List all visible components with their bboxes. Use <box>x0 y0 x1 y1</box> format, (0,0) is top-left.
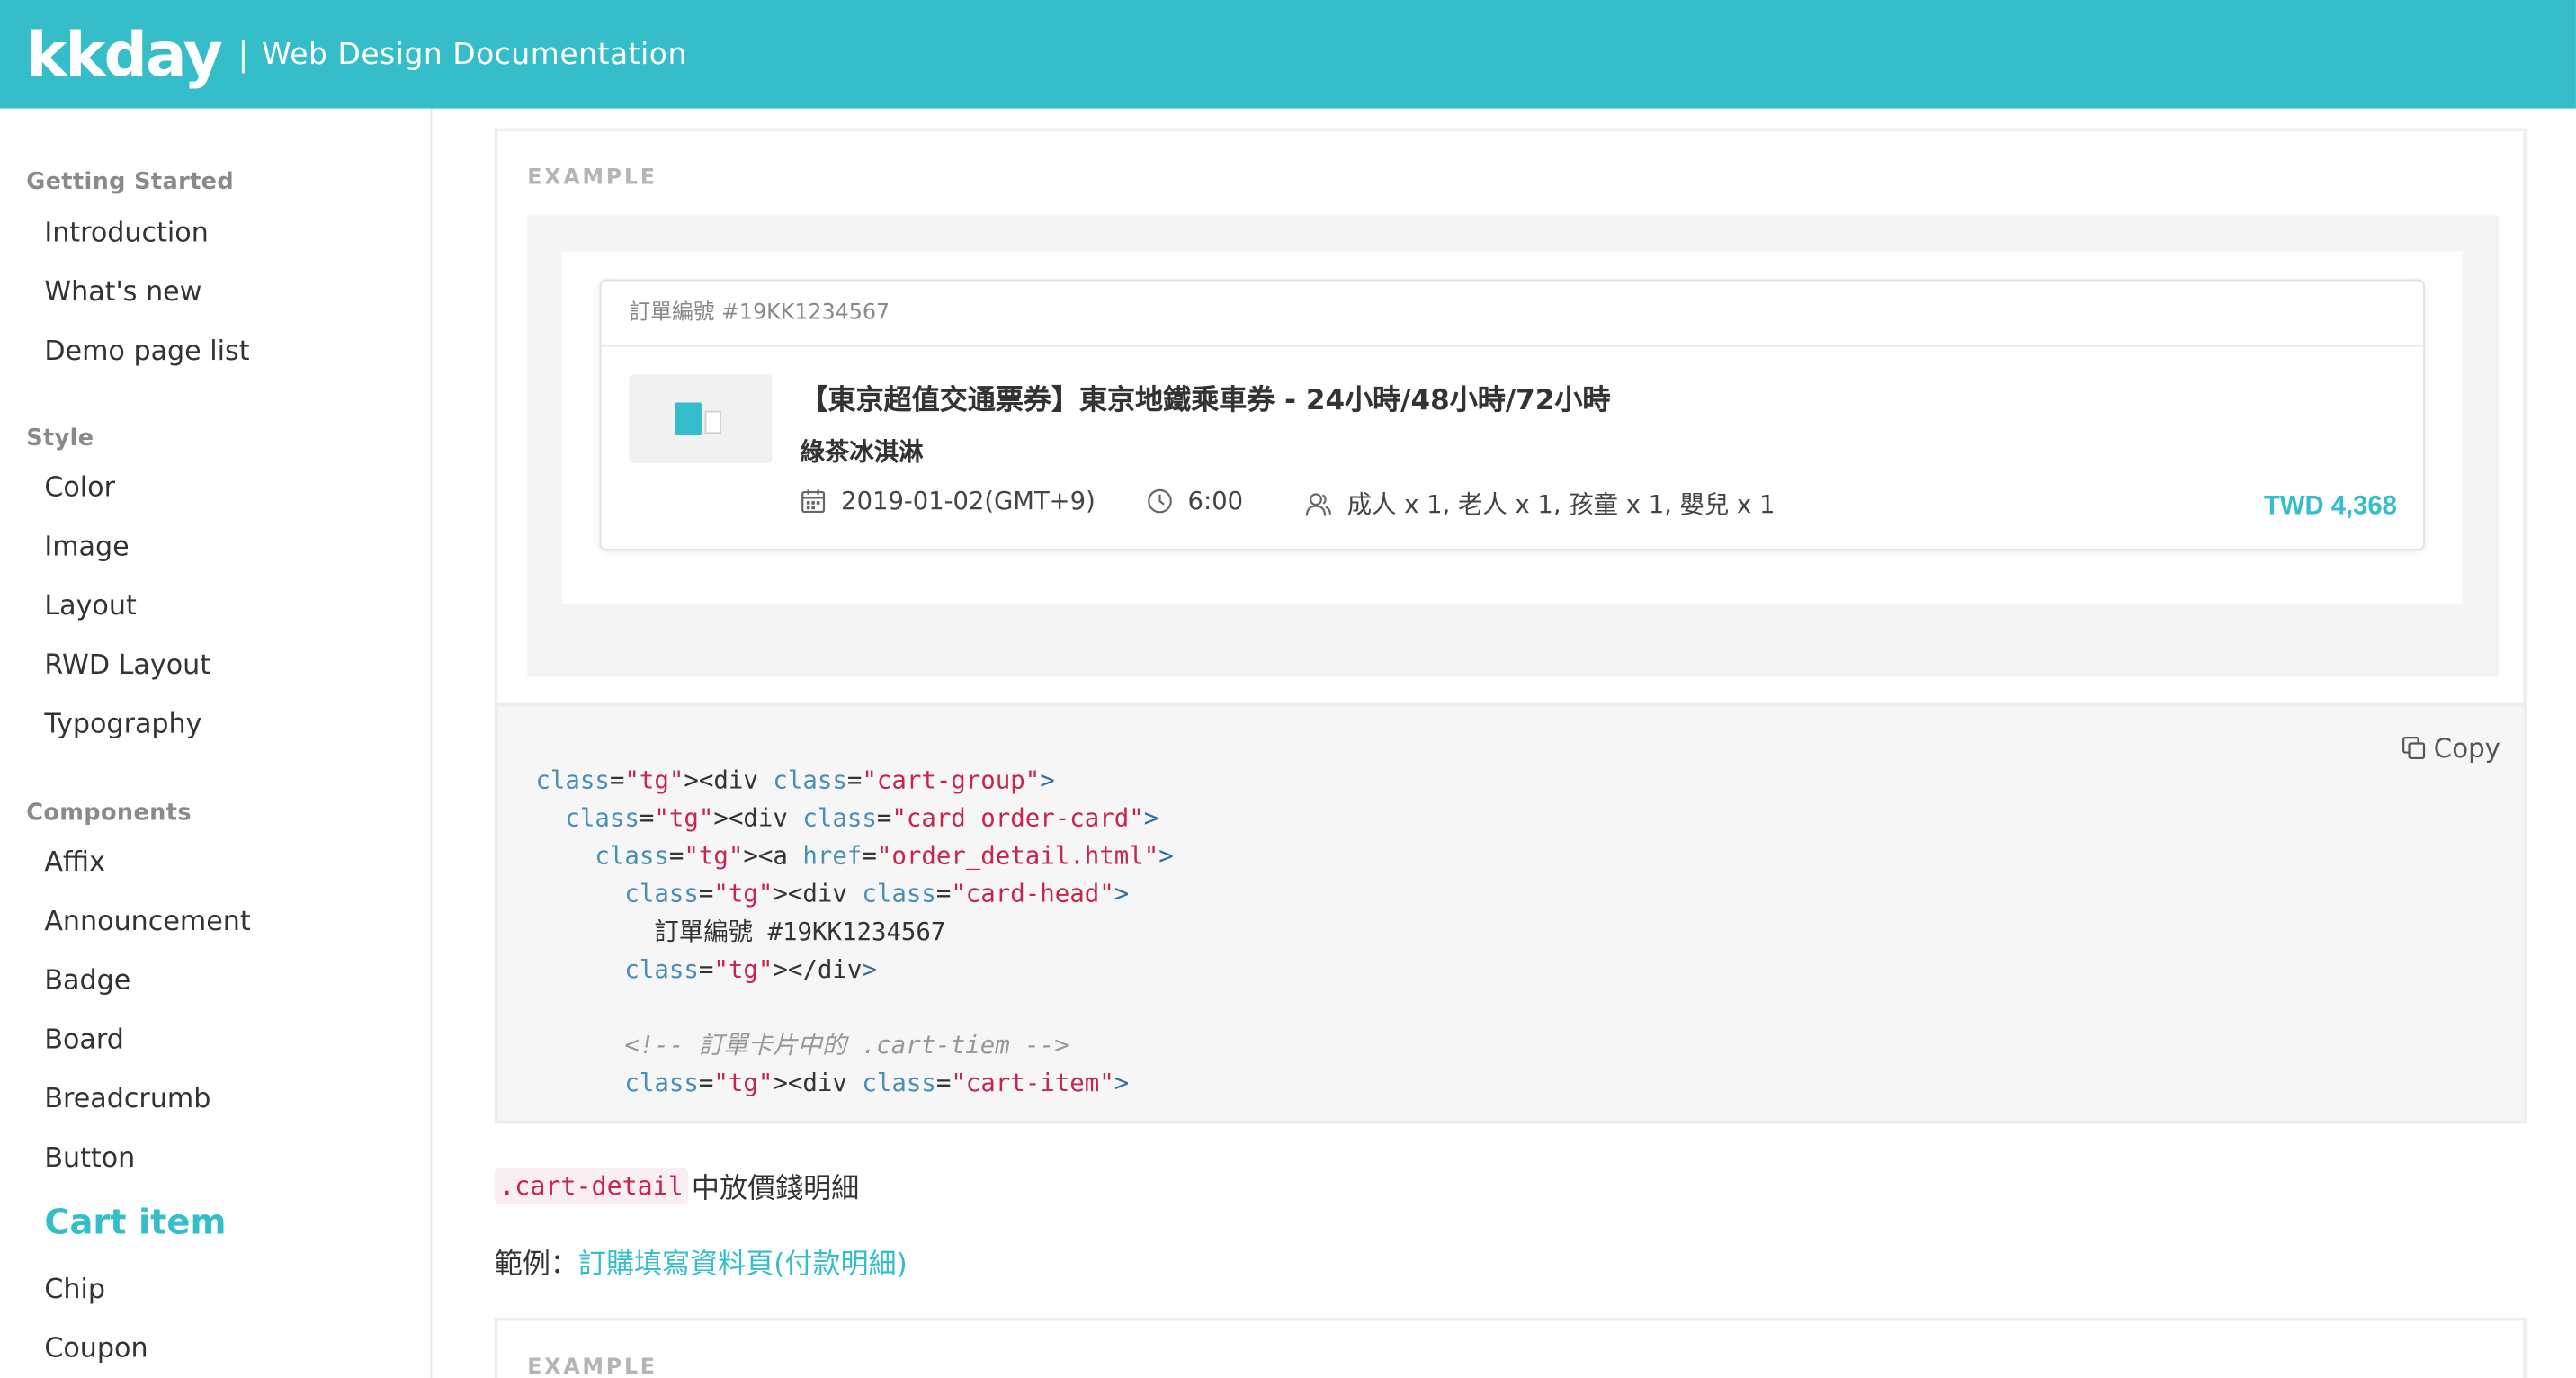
cart-item-subtitle: 綠茶冰淇淋 <box>800 436 924 467</box>
meta-time: 6:00 <box>1147 487 1243 516</box>
example-prefix: 範例： <box>494 1248 578 1282</box>
sidebar-section-components: Components <box>26 800 192 827</box>
example-reference: 範例： 訂購填寫資料頁(付款明細) <box>495 1240 908 1282</box>
sidebar-item-layout[interactable]: Layout <box>44 590 136 622</box>
code-line: class="tg"><div class="card-head"> <box>624 879 1130 909</box>
card-head-order-number: 訂單編號 #19KK1234567 <box>601 281 2424 347</box>
sidebar: Getting Started Introduction What's new … <box>0 108 433 1378</box>
clock-icon <box>1148 488 1172 514</box>
meta-people: 成人 x 1, 老人 x 1, 孩童 x 1, 嬰兒 x 1 <box>1304 487 1775 521</box>
copy-icon <box>2402 737 2426 760</box>
sidebar-item-demo-page-list[interactable]: Demo page list <box>44 336 249 367</box>
sidebar-item-badge[interactable]: Badge <box>44 964 130 996</box>
code-line: <!-- 訂單卡片中的 .cart-tiem --> <box>535 1030 1069 1060</box>
sidebar-item-button[interactable]: Button <box>44 1141 135 1173</box>
sidebar-item-board[interactable]: Board <box>44 1024 124 1055</box>
example-label-2: EXAMPLE <box>527 1355 657 1378</box>
sidebar-item-breadcrumb[interactable]: Breadcrumb <box>44 1083 210 1114</box>
sidebar-item-affix[interactable]: Affix <box>44 846 105 878</box>
people-icon <box>1305 492 1332 515</box>
meta-date-text: 2019-01-02(GMT+9) <box>841 486 1096 516</box>
inline-code-cart-detail: .cart-detail <box>494 1167 689 1204</box>
example-panel: EXAMPLE 訂單編號 #19KK1234567 【東京超值交通票券】東京地鐵… <box>494 128 2527 707</box>
cart-detail-text: 中放價錢明細 <box>691 1173 860 1206</box>
sidebar-item-image[interactable]: Image <box>44 531 129 562</box>
copy-button[interactable]: Copy <box>2402 732 2500 765</box>
example-label: EXAMPLE <box>527 166 657 191</box>
calendar-icon <box>801 489 826 514</box>
copy-label: Copy <box>2433 732 2500 765</box>
card-image-icon <box>704 410 721 434</box>
example-canvas: 訂單編號 #19KK1234567 【東京超值交通票券】東京地鐵乘車券 - 24… <box>527 215 2500 677</box>
meta-time-text: 6:00 <box>1187 486 1244 516</box>
sidebar-item-coupon[interactable]: Coupon <box>44 1332 148 1364</box>
main-content: EXAMPLE 訂單編號 #19KK1234567 【東京超值交通票券】東京地鐵… <box>432 109 2576 1378</box>
code-line: class="tg"></div> <box>624 954 877 985</box>
sidebar-section-getting-started: Getting Started <box>26 169 235 196</box>
code-line: class="tg"><div class="cart-group"> <box>535 765 1055 796</box>
meta-date: 2019-01-02(GMT+9) <box>801 487 1096 516</box>
meta-people-text: 成人 x 1, 老人 x 1, 孩童 x 1, 嬰兒 x 1 <box>1346 489 1775 520</box>
code-line: class="tg"><div class="card order-card"> <box>565 803 1159 834</box>
kkday-logo[interactable]: kkday <box>26 23 223 85</box>
code-content[interactable]: class="tg"><div class="cart-group"> clas… <box>535 762 1173 1102</box>
ticket-image-icon <box>675 402 702 436</box>
sidebar-section-style: Style <box>26 425 94 452</box>
sidebar-item-announcement[interactable]: Announcement <box>44 905 250 936</box>
brand-separator: | <box>237 34 249 75</box>
code-block: Copy class="tg"><div class="cart-group">… <box>494 702 2527 1124</box>
cart-item-title: 【東京超值交通票券】東京地鐵乘車券 - 24小時/48小時/72小時 <box>800 384 1611 417</box>
order-card[interactable]: 訂單編號 #19KK1234567 【東京超值交通票券】東京地鐵乘車券 - 24… <box>599 279 2425 550</box>
product-thumbnail <box>629 374 773 464</box>
code-line: class="tg"><div class="cart-item"> <box>624 1068 1130 1098</box>
site-title[interactable]: Web Design Documentation <box>262 37 687 71</box>
code-line: class="tg"><a href="order_detail.html"> <box>595 841 1174 872</box>
sidebar-item-chip[interactable]: Chip <box>44 1274 105 1305</box>
sidebar-item-rwd-layout[interactable]: RWD Layout <box>44 649 210 680</box>
sidebar-item-typography[interactable]: Typography <box>44 708 201 739</box>
top-header: kkday | Web Design Documentation <box>0 0 2576 109</box>
sidebar-item-introduction[interactable]: Introduction <box>44 217 209 248</box>
example-panel-2: EXAMPLE <box>494 1317 2527 1378</box>
sidebar-item-cart-item[interactable]: Cart item <box>44 1203 226 1242</box>
cart-item-price: TWD 4,368 <box>2264 492 2397 522</box>
cart-detail-description: .cart-detail 中放價錢明細 <box>494 1165 860 1206</box>
sidebar-item-color[interactable]: Color <box>44 471 115 503</box>
example-link-payment-detail[interactable]: 訂購填寫資料頁(付款明細) <box>578 1240 908 1282</box>
sidebar-item-whats-new[interactable]: What's new <box>44 276 201 308</box>
code-line: 訂單編號 #19KK1234567 <box>535 917 946 947</box>
cart-group: 訂單編號 #19KK1234567 【東京超值交通票券】東京地鐵乘車券 - 24… <box>561 251 2463 605</box>
